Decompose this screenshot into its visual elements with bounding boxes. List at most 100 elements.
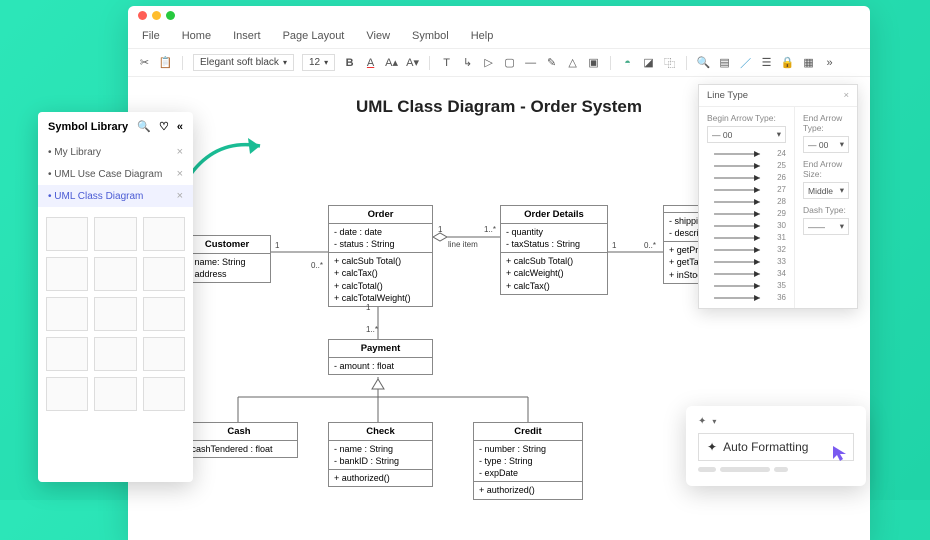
class-order-details[interactable]: Order Details - quantity- taxStatus : St… (500, 205, 608, 295)
sparkle-icon: ✦ (707, 440, 717, 454)
pointer-icon[interactable]: ▷ (482, 56, 495, 69)
arrow-option[interactable]: 24 (707, 149, 786, 158)
search-icon[interactable]: 🔍 (137, 120, 151, 133)
shadow-icon[interactable]: ◪ (642, 56, 655, 69)
end-size-select[interactable]: Middle▾ (803, 182, 849, 199)
end-arrow-label: End Arrow Type: (803, 113, 849, 133)
arrow-option[interactable]: 25 (707, 161, 786, 170)
dash-type-select[interactable]: ——▾ (803, 218, 849, 235)
shape-thumbnails (38, 207, 193, 482)
arrow-option[interactable]: 27 (707, 185, 786, 194)
shape-thumb[interactable] (143, 337, 185, 371)
font-color-icon[interactable]: A (364, 56, 377, 69)
cursor-icon (831, 444, 849, 462)
arrow-type-list: 24 25 26 27 28 29 30 31 32 33 34 35 36 (707, 149, 786, 302)
minimize-window-button[interactable] (152, 11, 161, 20)
layers-icon[interactable]: ▦ (802, 56, 815, 69)
line-item-label: line item (448, 240, 478, 249)
close-icon[interactable]: × (177, 168, 183, 180)
mult-label: 0..* (311, 261, 323, 270)
shape-thumb[interactable] (94, 257, 136, 291)
class-check[interactable]: Check - name : String- bankID : String +… (328, 422, 433, 487)
arrow-option[interactable]: 33 (707, 257, 786, 266)
more-icon[interactable]: » (823, 56, 836, 69)
bold-icon[interactable]: B (343, 56, 356, 69)
menu-file[interactable]: File (142, 30, 160, 42)
menu-symbol[interactable]: Symbol (412, 30, 449, 42)
shape-thumb[interactable] (143, 297, 185, 331)
text-tool-icon[interactable]: T (440, 56, 453, 69)
maximize-window-button[interactable] (166, 11, 175, 20)
triangle-icon[interactable]: △ (566, 56, 579, 69)
auto-formatting-button[interactable]: ✦ Auto Formatting (698, 433, 854, 461)
sidebar-item-uml-class[interactable]: • UML Class Diagram× (38, 185, 193, 207)
sidebar-title: Symbol Library (48, 121, 128, 133)
lock-icon[interactable]: 🔒 (781, 56, 794, 69)
shape-thumb[interactable] (143, 217, 185, 251)
line-style-icon[interactable]: ／ (739, 56, 752, 69)
arrow-option[interactable]: 31 (707, 233, 786, 242)
arrow-option[interactable]: 36 (707, 293, 786, 302)
line-icon[interactable]: — (524, 56, 537, 69)
zoom-icon[interactable]: 🔍 (697, 56, 710, 69)
arrow-option[interactable]: 35 (707, 281, 786, 290)
shape-thumb[interactable] (46, 377, 88, 411)
mult-label: 0..* (644, 241, 656, 250)
size-select[interactable]: 12▾ (302, 54, 335, 71)
crop-icon[interactable]: ⿻ (663, 56, 676, 69)
shape-thumb[interactable] (94, 297, 136, 331)
menu-page-layout[interactable]: Page Layout (283, 30, 345, 42)
align-icon[interactable]: ▤ (718, 56, 731, 69)
toolbar: ✂ 📋 Elegant soft black▾ 12▾ B A A▴ A▾ T … (128, 49, 870, 77)
close-icon[interactable]: × (843, 90, 849, 101)
close-icon[interactable]: × (177, 190, 183, 202)
shape-thumb[interactable] (46, 217, 88, 251)
image-icon[interactable]: ▣ (587, 56, 600, 69)
pen-icon[interactable]: ✎ (545, 56, 558, 69)
class-customer[interactable]: Customer - name: String- address (183, 235, 271, 283)
class-payment[interactable]: Payment - amount : float (328, 339, 433, 375)
arrow-option[interactable]: 29 (707, 209, 786, 218)
paste-icon[interactable]: 📋 (159, 56, 172, 69)
shape-thumb[interactable] (46, 297, 88, 331)
decrease-font-icon[interactable]: A▾ (406, 56, 419, 69)
sidebar-item-uml-use-case[interactable]: • UML Use Case Diagram× (38, 163, 193, 185)
line-type-panel: Line Type × Begin Arrow Type: — 00▾ 2425… (698, 84, 858, 309)
close-window-button[interactable] (138, 11, 147, 20)
increase-font-icon[interactable]: A▴ (385, 56, 398, 69)
close-icon[interactable]: × (177, 146, 183, 158)
shape-icon[interactable]: ▢ (503, 56, 516, 69)
menu-help[interactable]: Help (471, 30, 494, 42)
begin-arrow-select[interactable]: — 00▾ (707, 126, 786, 143)
end-size-label: End Arrow Size: (803, 159, 849, 179)
arrow-option[interactable]: 32 (707, 245, 786, 254)
sidebar-item-my-library[interactable]: • My Library× (38, 141, 193, 163)
group-icon[interactable]: ☰ (760, 56, 773, 69)
shape-thumb[interactable] (143, 257, 185, 291)
shape-thumb[interactable] (94, 217, 136, 251)
shape-thumb[interactable] (46, 257, 88, 291)
arrow-option[interactable]: 28 (707, 197, 786, 206)
menu-insert[interactable]: Insert (233, 30, 261, 42)
shape-thumb[interactable] (94, 377, 136, 411)
arrow-option[interactable]: 26 (707, 173, 786, 182)
heart-icon[interactable]: ♡ (159, 120, 169, 133)
shape-thumb[interactable] (143, 377, 185, 411)
font-select[interactable]: Elegant soft black▾ (193, 54, 294, 71)
connector-icon[interactable]: ↳ (461, 56, 474, 69)
end-arrow-select[interactable]: — 00▾ (803, 136, 849, 153)
shape-thumb[interactable] (94, 337, 136, 371)
menu-home[interactable]: Home (182, 30, 211, 42)
shape-thumb[interactable] (46, 337, 88, 371)
class-order[interactable]: Order - date : date- status : String + c… (328, 205, 433, 307)
arrow-option[interactable]: 30 (707, 221, 786, 230)
class-credit[interactable]: Credit - number : String- type : String-… (473, 422, 583, 500)
begin-arrow-label: Begin Arrow Type: (707, 113, 786, 123)
menu-view[interactable]: View (366, 30, 390, 42)
arrow-option[interactable]: 34 (707, 269, 786, 278)
collapse-icon[interactable]: « (177, 121, 183, 133)
fill-icon[interactable]: ◓ (621, 56, 634, 69)
class-cash[interactable]: Cash - cashTendered : float (180, 422, 298, 458)
cut-icon[interactable]: ✂ (138, 56, 151, 69)
dash-type-label: Dash Type: (803, 205, 849, 215)
